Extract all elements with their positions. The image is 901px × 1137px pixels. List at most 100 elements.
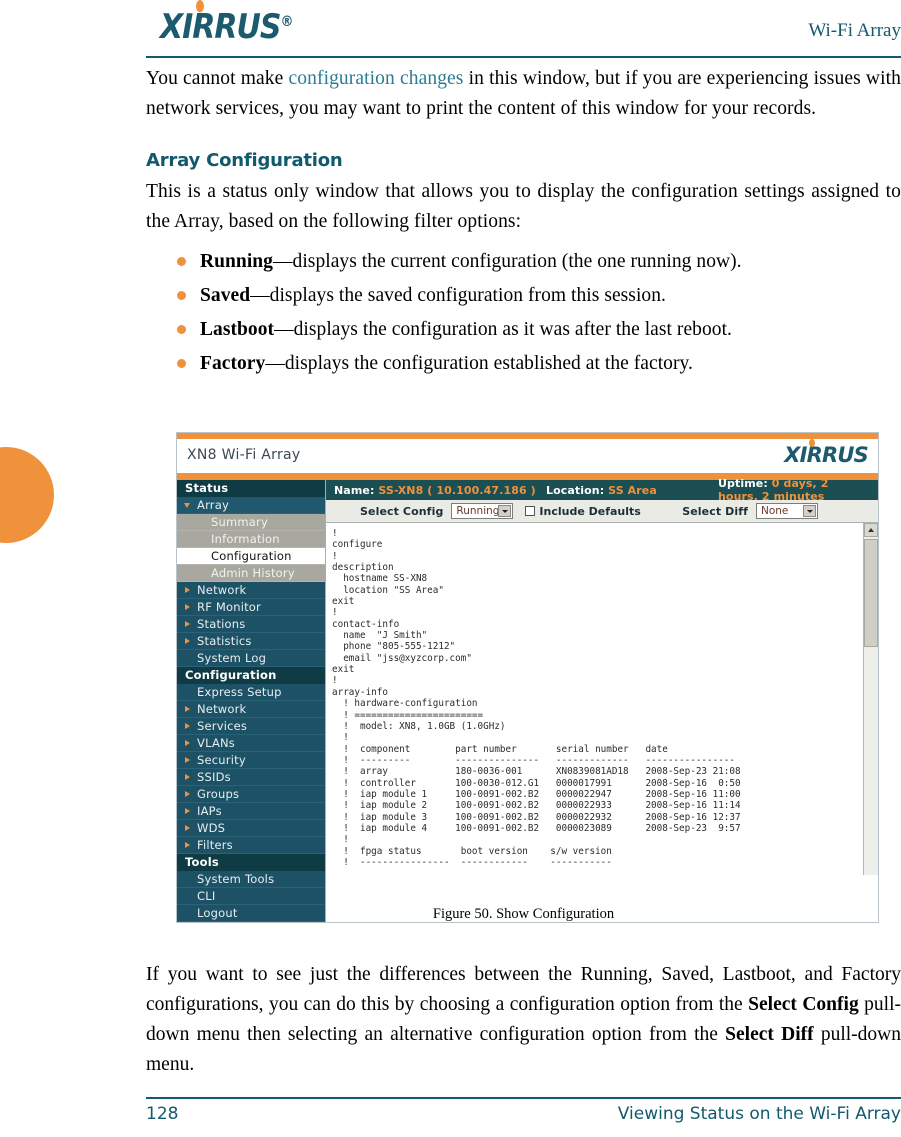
sidebar-item-groups[interactable]: Groups [177,786,325,803]
sidebar-item-wds[interactable]: WDS [177,820,325,837]
sidebar-item-label: RF Monitor [197,600,261,614]
figure-caption: Figure 50. Show Configuration [432,906,615,922]
bullet-dot-icon [177,257,186,266]
sidebar-item-label: SSIDs [197,770,231,784]
select-config-dropdown[interactable]: Running [451,503,514,519]
page-header: XIRRUS® Wi-Fi Array [146,0,901,58]
scroll-up-button[interactable] [864,523,878,537]
sidebar-item-rf-monitor[interactable]: RF Monitor [177,599,325,616]
app-title-row: XN8 Wi-Fi Array XIRRUS [177,439,878,473]
sidebar-item-label: Admin History [211,566,295,580]
bullet-term: Lastboot [200,319,275,340]
bullet-desc: —displays the configuration established … [265,353,693,374]
status-location-label: Location: [546,483,605,497]
app-title: XN8 Wi-Fi Array [187,447,301,463]
header-divider [146,56,901,58]
chevron-right-icon [185,587,190,593]
include-defaults-checkbox[interactable]: Include Defaults [525,504,641,518]
sidebar-item-filters[interactable]: Filters [177,837,325,854]
sidebar-item-information[interactable]: Information [177,531,325,548]
status-location: Location: SS Area [546,484,718,497]
sidebar-item-iaps[interactable]: IAPs [177,803,325,820]
sidebar-item-services[interactable]: Services [177,718,325,735]
sidebar-item-label: Statistics [197,634,252,648]
app-control-bar: Select Config Running Include Defaults S… [326,500,878,523]
sidebar-item-security[interactable]: Security [177,752,325,769]
chevron-right-icon [185,842,190,848]
chevron-right-icon [185,825,190,831]
list-item: Running—displays the current configurati… [177,251,901,272]
select-diff-bold: Select Diff [725,1023,814,1045]
document-content: You cannot make configuration changes in… [146,64,901,387]
sidebar-item-statistics[interactable]: Statistics [177,633,325,650]
select-diff-label: Select Diff [682,504,748,518]
include-defaults-label: Include Defaults [539,504,641,518]
config-scrollbar[interactable] [863,523,878,875]
sidebar-item-label: Stations [197,617,246,631]
configuration-changes-link[interactable]: configuration changes [289,68,464,89]
status-name-label: Name: [334,483,375,497]
chevron-down-icon [803,505,816,517]
sidebar-item-network-status[interactable]: Network [177,582,325,599]
sidebar-item-vlans[interactable]: VLANs [177,735,325,752]
sidebar-item-system-log[interactable]: System Log [177,650,325,667]
sidebar-item-configuration[interactable]: Configuration [177,548,325,565]
scroll-thumb[interactable] [864,539,878,647]
sidebar-item-label: VLANs [197,736,235,750]
sidebar-item-label: Express Setup [197,685,282,699]
status-location-value: SS Area [608,483,657,497]
list-item: Factory—displays the configuration estab… [177,353,901,374]
chevron-right-icon [185,706,190,712]
sidebar-item-system-tools[interactable]: System Tools [177,871,325,888]
chevron-right-icon [185,723,190,729]
logo-registered-mark: ® [280,13,293,31]
page-number: 128 [146,1104,179,1124]
header-product-title: Wi-Fi Array [808,20,901,41]
status-uptime-label: Uptime: [718,477,768,490]
sidebar-item-label: Information [211,532,280,546]
sidebar-item-label: Network [197,702,247,716]
status-name-value: SS-XN8 [378,483,424,497]
logo-text: XIRRUS [160,7,281,48]
config-text: ! configure ! description hostname SS-XN… [332,528,741,868]
sidebar-item-network-config[interactable]: Network [177,701,325,718]
sidebar-item-label: CLI [197,889,216,903]
status-name: Name: SS-XN8 ( 10.100.47.186 ) [334,484,546,497]
sidebar-item-stations[interactable]: Stations [177,616,325,633]
sidebar-item-admin-history[interactable]: Admin History [177,565,325,582]
sidebar-item-label: Network [197,583,247,597]
bullet-desc: —displays the current configuration (the… [272,251,742,272]
bullet-dot-icon [177,359,186,368]
chevron-right-icon [185,604,190,610]
logo-dot-icon [196,0,204,13]
sidebar-item-cli[interactable]: CLI [177,888,325,905]
bullet-desc: —displays the configuration as it was af… [274,319,732,340]
sidebar-item-label: Services [197,719,248,733]
sidebar-item-label: Array [197,498,229,512]
sidebar-item-ssids[interactable]: SSIDs [177,769,325,786]
select-diff-dropdown[interactable]: None [756,503,818,519]
app-status-bar: Name: SS-XN8 ( 10.100.47.186 ) Location:… [326,477,878,503]
chevron-right-icon [185,774,190,780]
select-config-value: Running [456,505,500,517]
app-xirrus-logo: XIRRUS [784,439,869,467]
bottom-paragraph: If you want to see just the differences … [146,960,901,1080]
chevron-right-icon [185,791,190,797]
bullet-desc: —displays the saved configuration from t… [250,285,666,306]
sidebar-item-label: Configuration [211,549,292,563]
sidebar-item-label: Summary [211,515,268,529]
select-config-label: Select Config [360,504,444,518]
footer-divider [146,1097,901,1099]
sidebar-header-tools: Tools [177,854,325,871]
sidebar-header-configuration: Configuration [177,667,325,684]
sidebar-item-express-setup[interactable]: Express Setup [177,684,325,701]
bullet-dot-icon [177,291,186,300]
page-footer: 128 Viewing Status on the Wi-Fi Array [146,1104,901,1124]
sidebar-item-label: IAPs [197,804,222,818]
sidebar-item-label: Security [197,753,246,767]
list-item: Lastboot—displays the configuration as i… [177,319,901,340]
bullet-dot-icon [177,325,186,334]
sidebar-item-array[interactable]: Array [177,497,325,514]
sidebar-item-summary[interactable]: Summary [177,514,325,531]
list-item: Saved—displays the saved configuration f… [177,285,901,306]
